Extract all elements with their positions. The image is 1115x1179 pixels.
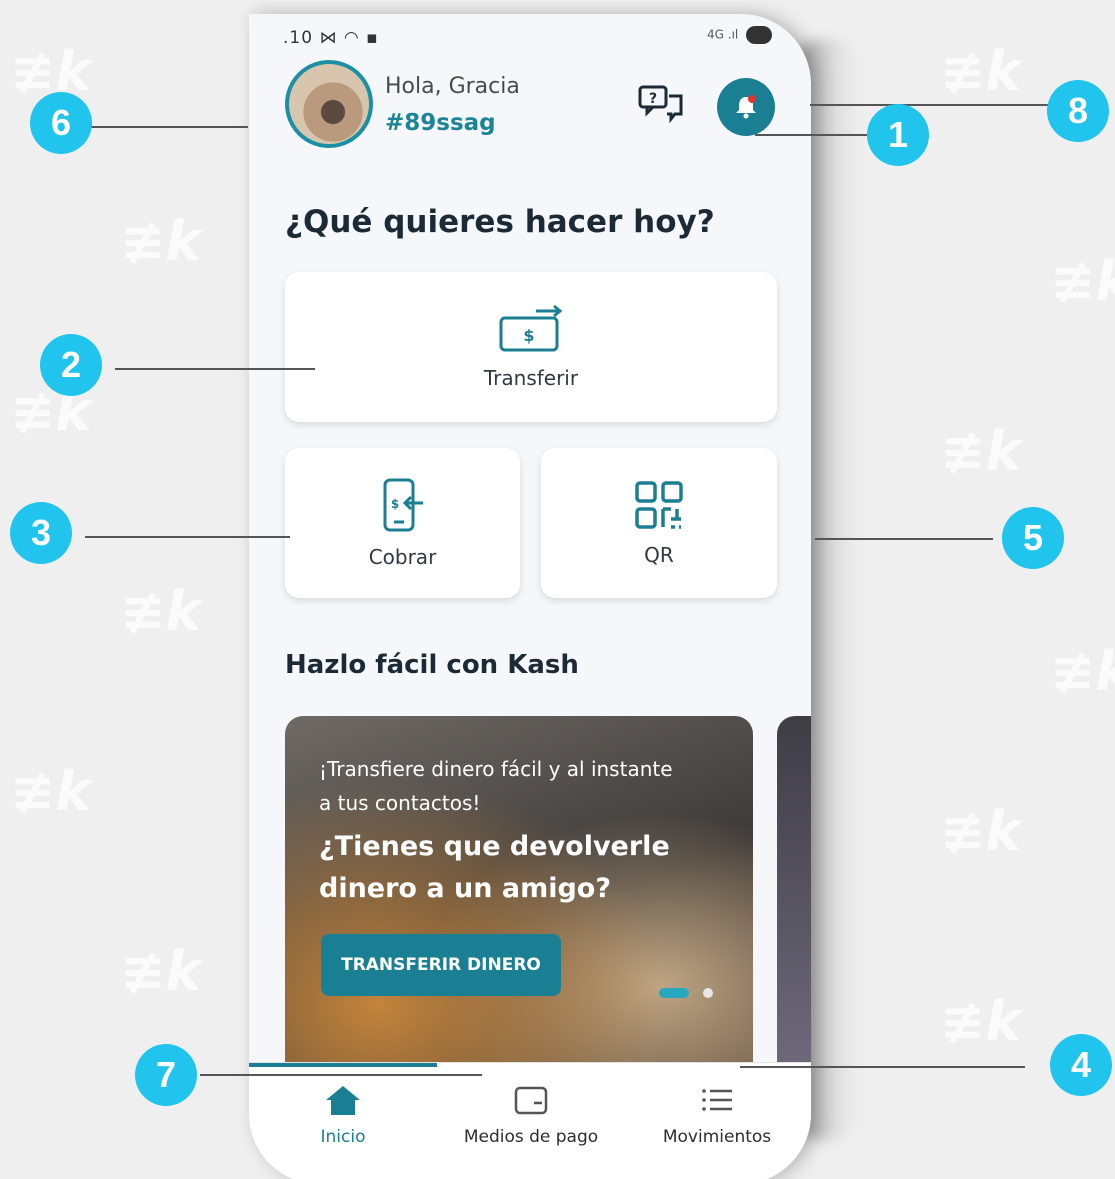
phone-request-icon: $ [383,478,423,532]
annotation-line-2 [115,368,315,370]
background-logo-mark: ≢k [940,420,1022,483]
list-icon [702,1089,732,1111]
nav-label-movimientos: Movimientos [662,1127,772,1147]
nav-item-inicio[interactable]: Inicio [249,1083,437,1147]
background-logo-mark: ≢k [10,760,92,823]
cobrar-label: Cobrar [368,545,437,569]
home-icon [326,1086,360,1115]
svg-text:$: $ [523,326,534,345]
qr-label: QR [644,543,674,567]
annotation-line-6 [90,126,248,128]
promo-title: ¿Tienes que devolverle dinero a un amigo… [319,831,670,904]
annotation-line-1 [755,134,875,136]
chat-question-icon[interactable]: ? [637,84,685,124]
nav-label-medios-de-pago: Medios de pago [463,1127,599,1147]
qr-code-icon [635,481,683,529]
avatar[interactable] [285,60,373,148]
annotation-badge-7: 7 [135,1044,197,1106]
section-title: Hazlo fácil con Kash [285,650,579,680]
nav-item-medios-de-pago[interactable]: Medios de pago [437,1083,625,1147]
annotation-badge-4: 4 [1050,1034,1112,1096]
annotation-line-8 [810,104,1050,106]
status-bar-left: .10 ⋈ ◠ ▪ [283,28,379,48]
money-transfer-icon: $ [499,304,563,352]
background-logo-mark: ≢k [1050,640,1115,703]
greeting-text: Hola, Gracia [385,74,520,99]
transfer-action-card[interactable]: $ Transferir [285,272,777,422]
background-logo-mark: ≢k [120,210,202,273]
active-tab-indicator [249,1063,437,1067]
carousel-dot-active[interactable] [659,988,689,998]
annotation-badge-1: 1 [867,104,929,166]
signal-indicator: 4G .ıl [707,27,739,42]
promo-banner-next[interactable] [777,716,811,1076]
annotation-badge-3: 3 [10,502,72,564]
bell-icon [736,95,756,119]
status-bar-right: 4G .ıl [707,26,773,44]
annotation-line-3 [85,536,290,538]
battery-icon [746,26,773,44]
background-logo-mark: ≢k [940,990,1022,1053]
promo-subtitle: ¡Transfiere dinero fácil y al instante a… [319,757,673,815]
annotation-badge-2: 2 [40,334,102,396]
svg-text:$: $ [390,497,398,511]
svg-text:?: ? [649,91,657,107]
background-logo-mark: ≢k [120,940,202,1003]
user-code: #89ssag [385,110,496,136]
qr-action-card[interactable]: QR [541,448,777,598]
wallet-icon [514,1086,548,1115]
phone-screen: .10 ⋈ ◠ ▪ 4G .ıl Hola, Gracia #89ssag ? … [249,14,811,1179]
nav-item-movimientos[interactable]: Movimientos [623,1083,811,1147]
carousel-dot[interactable] [703,988,713,998]
nav-label-inicio: Inicio [320,1127,366,1147]
background-logo-mark: ≢k [940,800,1022,863]
transfer-money-button[interactable]: TRANSFERIR DINERO [321,934,561,996]
annotation-line-4 [740,1066,1025,1068]
background-logo-mark: ≢k [120,580,202,643]
annotation-badge-5: 5 [1002,507,1064,569]
transfer-label: Transferir [483,366,579,390]
bottom-navigation: Inicio Medios de pago Movimientos [249,1062,811,1179]
annotation-line-7 [200,1074,482,1076]
background-logo-mark: ≢k [940,40,1022,103]
annotation-badge-6: 6 [30,92,92,154]
annotation-badge-8: 8 [1047,80,1109,142]
promo-banner[interactable]: ¡Transfiere dinero fácil y al instante a… [285,716,753,1076]
page-heading: ¿Qué quieres hacer hoy? [285,204,715,240]
notification-bell-button[interactable] [717,78,775,136]
cobrar-action-card[interactable]: $ Cobrar [285,448,520,598]
background-logo-mark: ≢k [1050,250,1115,313]
annotation-line-5 [815,538,993,540]
